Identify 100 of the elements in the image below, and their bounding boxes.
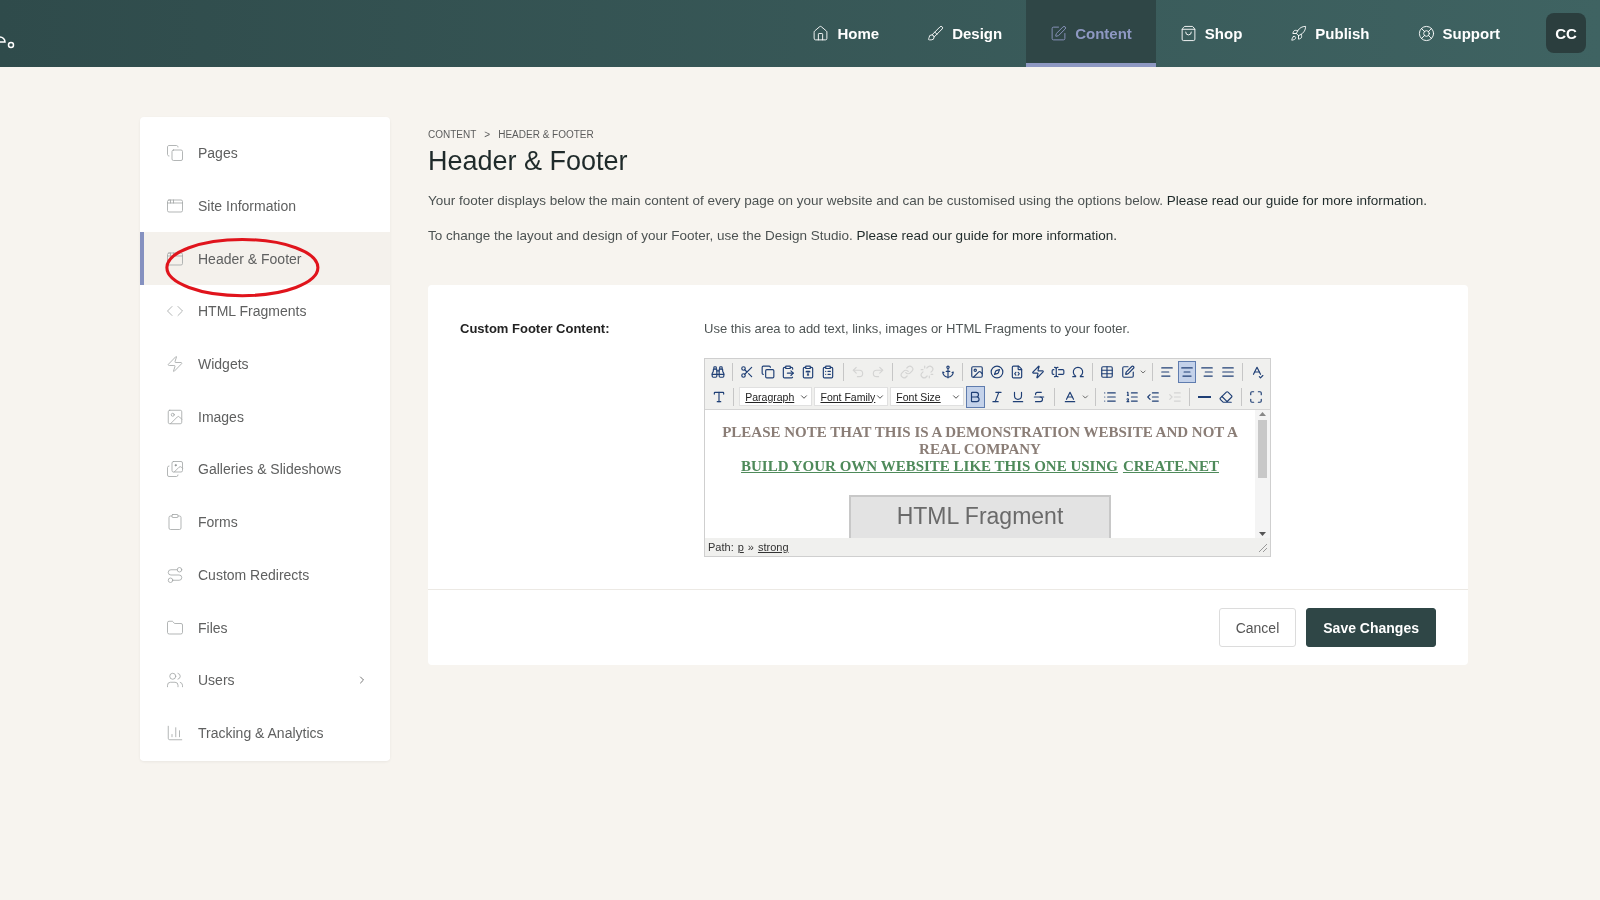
sidebar-item[interactable]: Widgets: [140, 337, 390, 391]
anchor-icon: [940, 364, 955, 379]
guide-link[interactable]: Please read our guide for more information.: [1166, 193, 1428, 208]
align-left-icon: [1159, 364, 1174, 379]
save-button[interactable]: Save Changes: [1306, 608, 1436, 647]
eraser-icon: [1219, 389, 1234, 404]
text-field-icon: [1050, 364, 1065, 379]
bold-icon: [968, 389, 983, 404]
paste-text-icon: [801, 364, 816, 379]
lightning-icon: [166, 355, 184, 374]
rocket-icon: [1290, 25, 1308, 42]
italic-icon: [989, 389, 1004, 404]
bullet-list-icon: [1103, 389, 1118, 404]
table-icon: [1100, 364, 1115, 379]
indent-icon: [1167, 389, 1182, 404]
compass-icon: [989, 364, 1004, 379]
brush-icon: [927, 25, 945, 42]
edit-icon: [1120, 364, 1135, 379]
sidebar-item[interactable]: Files: [140, 601, 390, 654]
window-icon: [166, 249, 184, 268]
resize-handle-icon[interactable]: [1258, 542, 1267, 552]
image-icon: [969, 364, 984, 379]
nav-tab[interactable]: Publish: [1266, 0, 1394, 67]
nav-tab[interactable]: Home: [788, 0, 904, 67]
home-icon: [812, 25, 830, 42]
window-icon: [166, 197, 184, 216]
redo-icon: [870, 364, 885, 379]
users-icon: [166, 671, 184, 690]
styles-icon: [711, 389, 726, 404]
guide-link[interactable]: Please read our guide for more information.: [856, 228, 1117, 243]
format-dropdown[interactable]: Font Size: [890, 387, 964, 406]
nav-tab[interactable]: Support: [1393, 0, 1524, 67]
strikethrough-icon: [1032, 389, 1047, 404]
sidebar-item[interactable]: Galleries & Slideshows: [140, 443, 390, 496]
align-center-icon: [1180, 364, 1195, 379]
sidebar-item[interactable]: Header & Footer: [140, 232, 390, 286]
breadcrumb-text[interactable]: HEADER & FOOTER: [498, 129, 594, 140]
sidebar-item[interactable]: Custom Redirects: [140, 548, 390, 602]
pencil-icon: [1050, 25, 1068, 42]
bar-chart-icon: [166, 723, 184, 742]
image-icon: [166, 407, 184, 426]
scroll-down-icon[interactable]: [1259, 532, 1266, 536]
scrollbar[interactable]: [1255, 410, 1270, 538]
toolbar-button[interactable]: [965, 385, 985, 408]
lightning-icon: [1030, 364, 1045, 379]
path-link[interactable]: p: [737, 541, 744, 553]
route-icon: [166, 565, 184, 584]
align-right-icon: [1200, 364, 1215, 379]
intro-text: To change the layout and design of your Footer, use the Design Studio. Please read our guide for more information.: [428, 228, 1118, 243]
omega-icon: [1071, 364, 1086, 379]
nav-tab[interactable]: Content: [1026, 0, 1156, 67]
bag-icon: [1179, 25, 1197, 42]
promo-link[interactable]: BUILD YOUR OWN WEBSITE LIKE THIS ONE USING: [741, 458, 1118, 475]
code-file-icon: [1010, 364, 1025, 379]
copy-icon: [760, 364, 775, 379]
sidebar-item[interactable]: Forms: [140, 495, 390, 549]
path-label: Path:: [708, 541, 734, 553]
paste-icon: [780, 364, 795, 379]
horizontal-rule-icon: [1198, 395, 1212, 398]
scissors-icon: [740, 364, 755, 379]
path-separator: »: [747, 541, 754, 553]
sidebar-item[interactable]: HTML Fragments: [140, 285, 390, 338]
notice-text: PLEASE NOTE THAT THIS IS A DEMONSTRATION WEBSITE AND NOT A REAL COMPANY: [721, 424, 1239, 458]
numbered-list-icon: [1124, 389, 1139, 404]
align-justify-icon: [1220, 364, 1235, 379]
intro-text: Your footer displays below the main content of every page on your website and can be customised using the options below. Please read our guide for more information.: [428, 193, 1429, 208]
unlink-icon: [920, 364, 935, 379]
html-fragment-block: HTML Fragment: [849, 495, 1111, 538]
format-dropdown[interactable]: Font Family: [814, 387, 889, 406]
nav-tab[interactable]: Design: [903, 0, 1027, 67]
sidebar-item[interactable]: Users: [140, 653, 390, 707]
breadcrumb-text: >: [484, 129, 491, 140]
user-avatar[interactable]: CC: [1546, 13, 1586, 53]
paste-word-icon: [821, 364, 836, 379]
toolbar-button[interactable]: [1177, 360, 1197, 383]
pages-icon: [166, 144, 184, 163]
field-label: Custom Footer Content:: [460, 321, 611, 338]
lifebuoy-icon: [1417, 25, 1435, 42]
underline-icon: [1010, 389, 1025, 404]
fullscreen-icon: [1249, 389, 1264, 404]
clipboard-icon: [166, 513, 184, 532]
sidebar-item[interactable]: Tracking & Analytics: [140, 706, 390, 760]
undo-icon: [850, 364, 865, 379]
help-text: Use this area to add text, links, images or HTML Fragments to your footer.: [704, 321, 1131, 336]
promo-link[interactable]: CREATE.NET: [1122, 458, 1219, 475]
scroll-up-icon[interactable]: [1259, 412, 1266, 416]
format-dropdown[interactable]: Paragraph: [739, 387, 813, 406]
cancel-button[interactable]: Cancel: [1218, 608, 1297, 647]
sidebar-item[interactable]: Site Information: [140, 179, 390, 233]
nav-tab[interactable]: Shop: [1155, 0, 1267, 67]
folder-icon: [166, 618, 184, 637]
path-link[interactable]: strong: [757, 541, 789, 553]
sidebar-item[interactable]: Pages: [140, 127, 390, 180]
breadcrumb-text[interactable]: CONTENT: [428, 129, 477, 140]
text-color-icon: [1062, 389, 1077, 404]
page-title: Header & Footer: [428, 146, 629, 177]
link-icon: [899, 364, 914, 379]
sidebar-item[interactable]: Images: [140, 390, 390, 444]
binoculars-icon: [711, 364, 726, 379]
outdent-icon: [1146, 389, 1161, 404]
